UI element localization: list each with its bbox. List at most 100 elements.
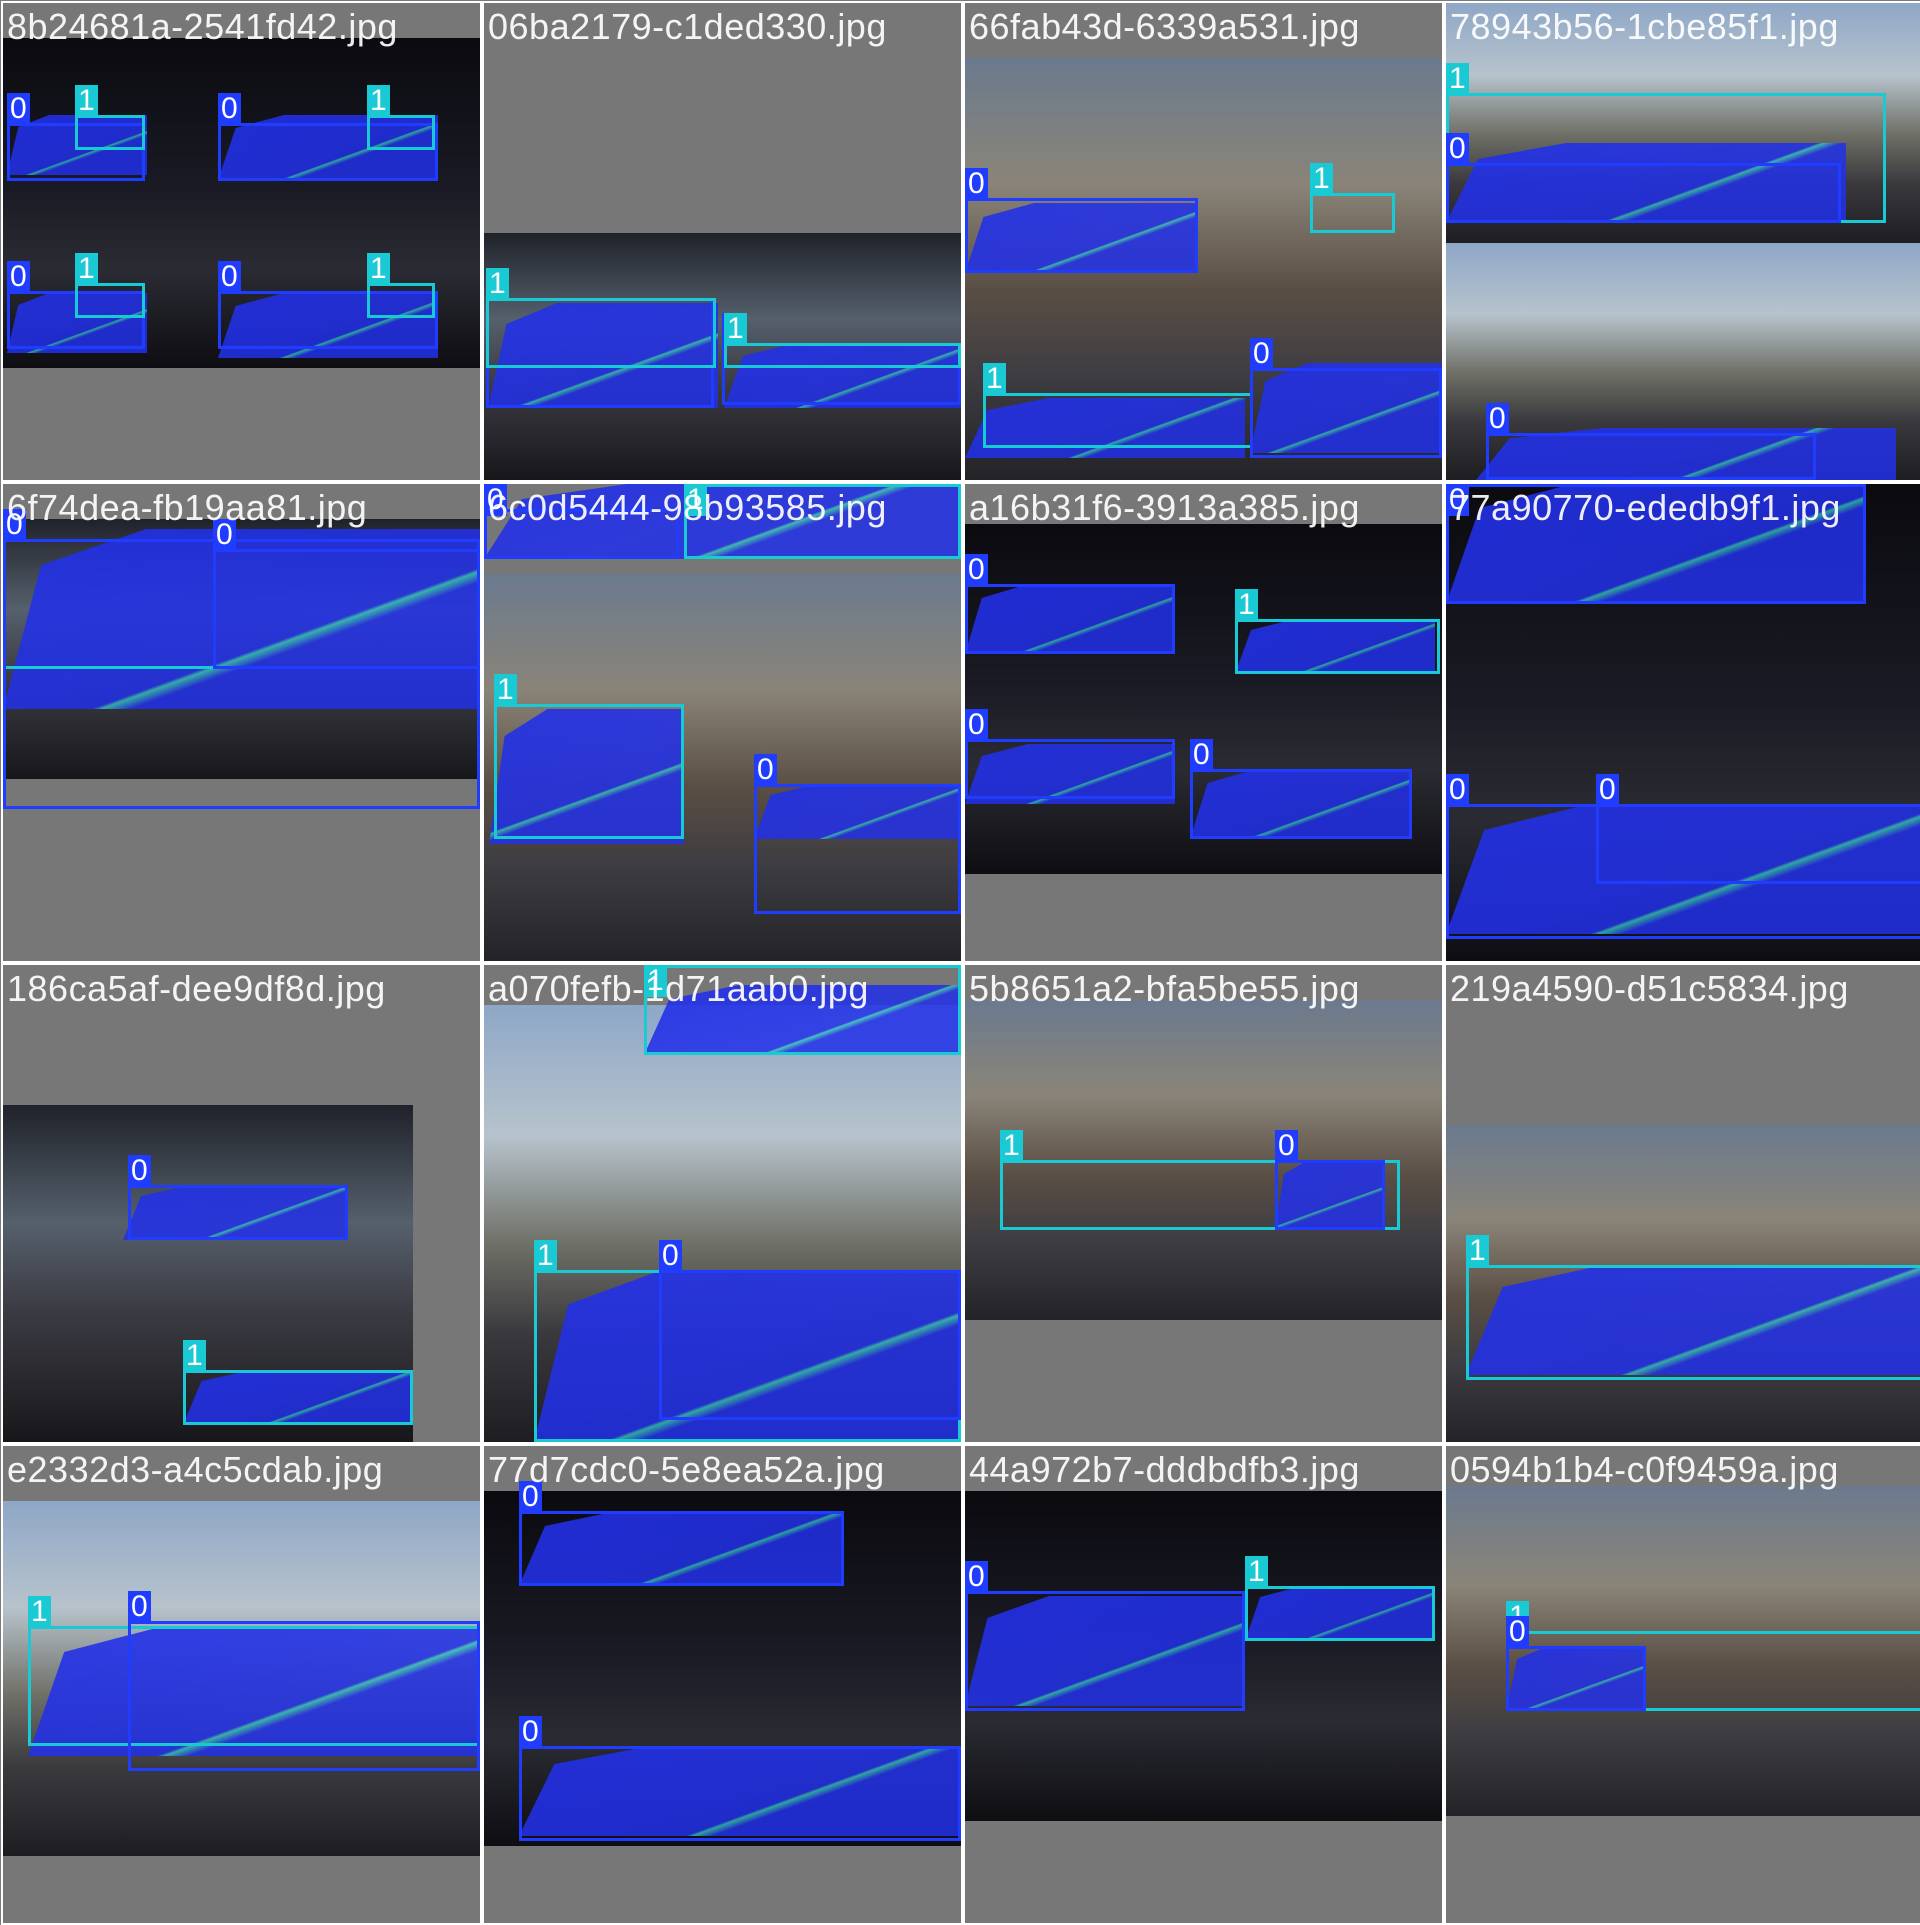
class-tag: 1 bbox=[1000, 1130, 1023, 1162]
detection-box bbox=[1250, 368, 1442, 458]
tile-filename: 66fab43d-6339a531.jpg bbox=[969, 6, 1360, 47]
detection-box bbox=[965, 198, 1198, 273]
class-tag: 1 bbox=[724, 313, 747, 345]
mosaic-tile: 1 1 0 a070fefb-1d71aab0.jpg bbox=[482, 963, 963, 1444]
detection-box bbox=[213, 549, 480, 669]
mosaic-tile: 0 1 0 1 0 1 0 1 8b24681a-2541fd42.jpg bbox=[1, 1, 482, 482]
class-tag: 1 bbox=[367, 253, 390, 285]
detection-box bbox=[1310, 193, 1395, 233]
detection-box bbox=[965, 584, 1175, 654]
detection-box bbox=[519, 1746, 961, 1841]
tile-filename: 219a4590-d51c5834.jpg bbox=[1450, 968, 1849, 1009]
detection-box bbox=[486, 298, 716, 368]
mosaic-tile: 010106ba2179-c1ded330.jpg bbox=[482, 1, 963, 482]
class-tag: 1 bbox=[28, 1596, 51, 1628]
class-tag: 1 bbox=[183, 1340, 206, 1372]
class-tag: 0 bbox=[218, 261, 241, 293]
detection-box bbox=[1235, 619, 1440, 674]
class-tag: 1 bbox=[534, 1240, 557, 1272]
mosaic-tile: 0 1 1 0 66fab43d-6339a531.jpg bbox=[963, 1, 1444, 482]
detection-box bbox=[75, 115, 145, 150]
mosaic-grid: 0 1 0 1 0 1 0 1 8b24681a-2541fd42.jpg 0 1 0 1 06ba217… bbox=[0, 0, 1920, 1925]
class-tag: 0 bbox=[7, 261, 30, 293]
class-tag: 1 bbox=[75, 253, 98, 285]
detection-box bbox=[1596, 804, 1920, 884]
class-tag: 1 bbox=[1235, 589, 1258, 621]
class-tag: 1 bbox=[75, 85, 98, 117]
class-tag: 0 bbox=[519, 1716, 542, 1748]
class-tag: 0 bbox=[965, 168, 988, 200]
tile-filename: 8b24681a-2541fd42.jpg bbox=[7, 6, 398, 47]
mosaic-tile: 0 1 44a972b7-dddbdfb3.jpg bbox=[963, 1444, 1444, 1925]
class-tag: 0 bbox=[218, 93, 241, 125]
detection-box bbox=[128, 1185, 348, 1240]
class-tag: 0 bbox=[1446, 133, 1469, 165]
class-tag: 0 bbox=[1275, 1130, 1298, 1162]
tile-filename: 186ca5af-dee9df8d.jpg bbox=[7, 968, 386, 1009]
class-tag: 0 bbox=[965, 1561, 988, 1593]
detection-box bbox=[75, 283, 145, 318]
tile-filename: 77a90770-ededb9f1.jpg bbox=[1450, 487, 1841, 528]
mosaic-tile: 1006f74dea-fb19aa81.jpg bbox=[1, 482, 482, 963]
detection-box bbox=[494, 704, 684, 839]
mosaic-tile: 1 0 0 78943b56-1cbe85f1.jpg bbox=[1444, 1, 1920, 482]
mosaic-tile: 1 0 5b8651a2-bfa5be55.jpg bbox=[963, 963, 1444, 1444]
class-tag: 0 bbox=[965, 554, 988, 586]
class-tag: 1 bbox=[1310, 163, 1333, 195]
class-tag: 0 bbox=[7, 93, 30, 125]
tile-filename: 78943b56-1cbe85f1.jpg bbox=[1450, 6, 1839, 47]
class-tag: 1 bbox=[1466, 1235, 1489, 1267]
detection-box bbox=[1245, 1586, 1435, 1641]
mosaic-tile: 100594b1b4-c0f9459a.jpg bbox=[1444, 1444, 1920, 1925]
class-tag: 1 bbox=[494, 674, 517, 706]
class-tag: 0 bbox=[1190, 739, 1213, 771]
class-tag: 0 bbox=[754, 754, 777, 786]
class-tag: 0 bbox=[659, 1240, 682, 1272]
tile-filename: e2332d3-a4c5cdab.jpg bbox=[7, 1449, 384, 1490]
detection-box bbox=[1466, 1265, 1920, 1380]
tile-filename: 44a972b7-dddbdfb3.jpg bbox=[969, 1449, 1360, 1490]
class-tag: 0 bbox=[1250, 338, 1273, 370]
tile-filename: 77d7cdc0-5e8ea52a.jpg bbox=[488, 1449, 885, 1490]
mosaic-tile: 1 0 e2332d3-a4c5cdab.jpg bbox=[1, 1444, 482, 1925]
tile-filename: a070fefb-1d71aab0.jpg bbox=[488, 968, 869, 1009]
detection-box bbox=[1506, 1646, 1646, 1711]
detection-box bbox=[183, 1370, 413, 1425]
tile-filename: 6c0d5444-98b93585.jpg bbox=[488, 487, 887, 528]
detection-box bbox=[983, 393, 1253, 448]
class-tag: 0 bbox=[1506, 1616, 1529, 1648]
class-tag: 1 bbox=[486, 268, 509, 300]
class-tag: 1 bbox=[1245, 1556, 1268, 1588]
mosaic-tile: 1 0 1 0 6c0d5444-98b93585.jpg bbox=[482, 482, 963, 963]
class-tag: 0 bbox=[128, 1155, 151, 1187]
mosaic-tile: 1 219a4590-d51c5834.jpg bbox=[1444, 963, 1920, 1444]
detection-box bbox=[1190, 769, 1412, 839]
tile-filename: 6f74dea-fb19aa81.jpg bbox=[7, 487, 368, 528]
class-tag: 0 bbox=[1596, 774, 1619, 806]
class-tag: 0 bbox=[965, 709, 988, 741]
class-tag: 0 bbox=[1446, 774, 1469, 806]
detection-box bbox=[1446, 163, 1841, 223]
tile-filename: a16b31f6-3913a385.jpg bbox=[969, 487, 1360, 528]
mosaic-tile: 0 1 0 0 a16b31f6-3913a385.jpg bbox=[963, 482, 1444, 963]
detection-box bbox=[1275, 1160, 1385, 1230]
class-tag: 0 bbox=[128, 1591, 151, 1623]
mosaic-tile: 0 0 0 77a90770-ededb9f1.jpg bbox=[1444, 482, 1920, 963]
class-tag: 1 bbox=[367, 85, 390, 117]
detection-box bbox=[367, 283, 435, 318]
detection-box bbox=[724, 343, 961, 368]
class-tag: 1 bbox=[983, 363, 1006, 395]
detection-box bbox=[659, 1270, 961, 1420]
detection-box bbox=[519, 1511, 844, 1586]
detection-box bbox=[1486, 433, 1816, 480]
class-tag: 1 bbox=[1446, 63, 1469, 95]
mosaic-tile: 0 0 77d7cdc0-5e8ea52a.jpg bbox=[482, 1444, 963, 1925]
detection-box bbox=[965, 1591, 1245, 1711]
tile-filename: 5b8651a2-bfa5be55.jpg bbox=[969, 968, 1360, 1009]
mosaic-tile: 0 1 186ca5af-dee9df8d.jpg bbox=[1, 963, 482, 1444]
detection-box bbox=[754, 784, 961, 914]
tile-filename: 0594b1b4-c0f9459a.jpg bbox=[1450, 1449, 1839, 1490]
detection-box bbox=[128, 1621, 480, 1771]
detection-box bbox=[367, 115, 435, 150]
class-tag: 0 bbox=[1486, 403, 1509, 435]
